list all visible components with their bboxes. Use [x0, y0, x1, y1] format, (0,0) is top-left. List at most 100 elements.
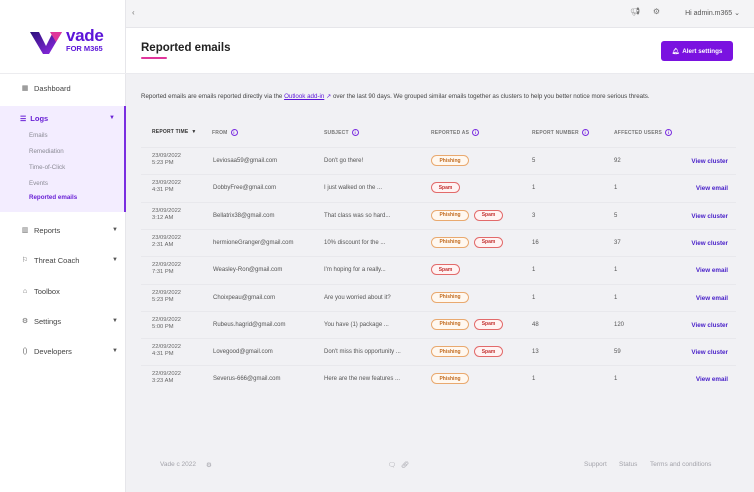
- info-icon[interactable]: i: [665, 129, 673, 136]
- view-cluster-link[interactable]: View cluster: [691, 322, 728, 329]
- megaphone-icon[interactable]: 📢︎: [630, 7, 640, 16]
- info-icon[interactable]: i: [351, 129, 359, 136]
- header-label: REPORT TIME: [152, 129, 189, 135]
- page-header: Reported emails 🔔︎ Alert settings: [126, 28, 754, 74]
- footer-support-link[interactable]: Support: [584, 461, 607, 468]
- chat-icon[interactable]: 🗨︎: [388, 461, 396, 469]
- spam-tag: Spam: [431, 264, 460, 276]
- view-email-link[interactable]: View email: [696, 267, 728, 274]
- footer-copyright: Vade c 2022: [160, 461, 197, 468]
- sender-email: Weasley-Ron@gmail.com: [213, 267, 283, 274]
- sort-down-icon: ▼: [191, 129, 197, 135]
- header-label: FROM: [212, 129, 228, 136]
- phishing-tag: Phishing: [431, 155, 469, 166]
- chevron-left-icon[interactable]: ‹: [132, 8, 135, 17]
- sidebar-group-logs: ☰ Logs ▼ Emails Remediation Time-of-Clic…: [0, 106, 126, 212]
- report-date: 23/09/2022: [152, 234, 182, 241]
- sidebar-item-logs[interactable]: ☰ Logs: [20, 114, 48, 123]
- chevron-down-icon[interactable]: ▼: [109, 115, 115, 121]
- sidebar-item-label: Developers: [34, 346, 72, 356]
- phishing-tag: Phishing: [431, 236, 469, 248]
- view-cluster-link[interactable]: View cluster: [691, 240, 728, 247]
- report-hour: 5:23 PM: [152, 160, 174, 166]
- bar-chart-icon: ▥: [21, 227, 29, 234]
- view-email-link[interactable]: View email: [696, 376, 728, 383]
- column-header-reported-as: REPORTED AS i: [431, 129, 480, 136]
- brand-logo[interactable]: vade FOR M365: [30, 26, 110, 58]
- report-hour: 3:23 AM: [152, 378, 174, 385]
- phishing-tag: Phishing: [431, 318, 469, 330]
- link-icon[interactable]: 🔗︎: [401, 461, 409, 469]
- header-label: AFFECTED USERS: [614, 129, 663, 136]
- header-label: SUBJECT: [324, 129, 349, 136]
- column-header-affected-users: AFFECTED USERS i: [614, 129, 673, 136]
- header-label: REPORTED AS: [431, 129, 470, 136]
- column-header-from: FROM i: [212, 129, 238, 136]
- sidebar-item-label: Toolbox: [34, 286, 60, 296]
- view-email-link[interactable]: View email: [696, 185, 728, 192]
- sender-email: Severus-666@gmail.com: [213, 376, 281, 383]
- report-time-cell: 22/09/2022 5:00 PM: [152, 317, 181, 331]
- affected-users: 120: [614, 321, 625, 328]
- sidebar-item-reports[interactable]: ▥ Reports ▼: [0, 220, 126, 240]
- report-time-cell: 23/09/2022 2:31 AM: [152, 235, 181, 249]
- title-underline: [141, 57, 167, 59]
- report-hour: 2:31 AM: [152, 241, 174, 248]
- footer-status-link[interactable]: Status: [619, 461, 637, 468]
- affected-users: 37: [614, 239, 621, 246]
- sidebar-item-label: Settings: [34, 316, 62, 326]
- report-number: 1: [532, 294, 536, 301]
- sidebar-item-settings[interactable]: ⚙ Settings ▼: [0, 311, 126, 331]
- column-header-subject: SUBJECT i: [324, 129, 359, 136]
- report-hour: 3:12 AM: [152, 214, 174, 221]
- view-email-link[interactable]: View email: [696, 295, 728, 302]
- affected-users: 1: [614, 376, 618, 383]
- email-subject: I just walked on the ...: [324, 185, 383, 192]
- sender-email: Bellatrix38@gmail.com: [213, 212, 275, 219]
- info-icon[interactable]: i: [581, 129, 589, 136]
- report-number: 13: [532, 349, 539, 356]
- report-time-cell: 23/09/2022 4:31 PM: [152, 180, 181, 194]
- footer-terms-link[interactable]: Terms and conditions: [650, 461, 711, 468]
- report-number: 1: [532, 376, 536, 383]
- gear-icon: ⚙: [21, 318, 29, 325]
- page-title: Reported emails: [141, 42, 231, 54]
- info-icon[interactable]: i: [472, 129, 480, 136]
- user-menu[interactable]: Hi admin.m365 ⌄: [685, 9, 740, 17]
- gear-icon[interactable]: ⚙: [653, 7, 660, 16]
- table-row: 23/09/2022 2:31 AM hermioneGranger@gmail.c…: [141, 228, 736, 256]
- toolbox-icon: ⌂: [22, 287, 28, 295]
- view-cluster-link[interactable]: View cluster: [691, 213, 728, 220]
- phishing-tag: Phishing: [431, 209, 469, 221]
- sidebar-subitem-events[interactable]: Events: [29, 180, 48, 187]
- view-cluster-link[interactable]: View cluster: [691, 349, 728, 356]
- sidebar-subitem-remediation[interactable]: Remediation: [29, 148, 64, 155]
- sidebar-subitem-reported-emails[interactable]: Reported emails: [29, 194, 77, 201]
- report-time-cell: 23/09/2022 5:23 PM: [152, 153, 181, 167]
- column-header-report-time[interactable]: REPORT TIME ▼: [152, 129, 197, 135]
- report-date: 22/09/2022: [152, 262, 182, 269]
- affected-users: 1: [614, 185, 618, 192]
- table-row: 22/09/2022 3:23 AM Severus-666@gmail.com He…: [141, 365, 736, 392]
- sidebar-item-toolbox[interactable]: ⌂ Toolbox: [0, 281, 126, 301]
- table-row: 22/09/2022 5:23 PM Choixpeau@gmail.com Are …: [141, 283, 736, 311]
- sidebar-item-developers[interactable]: () Developers ▼: [0, 341, 126, 361]
- sidebar-item-threat-coach[interactable]: ⚐ Threat Coach ▼: [0, 250, 126, 270]
- view-cluster-link[interactable]: View cluster: [691, 158, 728, 165]
- gear-icon[interactable]: ⚙: [206, 461, 212, 469]
- report-date: 22/09/2022: [152, 289, 182, 296]
- sidebar-item-dashboard[interactable]: ▦ Dashboard: [0, 78, 126, 98]
- info-icon[interactable]: i: [230, 129, 238, 136]
- outlook-addin-link[interactable]: Outlook add-in: [284, 93, 324, 100]
- sidebar-subitem-time-of-click[interactable]: Time-of-Click: [29, 164, 65, 171]
- vade-logo-icon: [30, 32, 62, 54]
- sender-email: hermioneGranger@gmail.com: [213, 239, 294, 246]
- sidebar-item-label: Dashboard: [34, 83, 71, 93]
- email-subject: I'm hoping for a really...: [324, 267, 386, 274]
- phishing-tag: Phishing: [431, 346, 469, 358]
- sidebar-subitem-emails[interactable]: Emails: [29, 132, 48, 139]
- report-number: 48: [532, 321, 539, 328]
- column-header-report-number: REPORT NUMBER i: [532, 129, 589, 136]
- alert-settings-button[interactable]: 🔔︎ Alert settings: [661, 41, 733, 61]
- affected-users: 1: [614, 294, 618, 301]
